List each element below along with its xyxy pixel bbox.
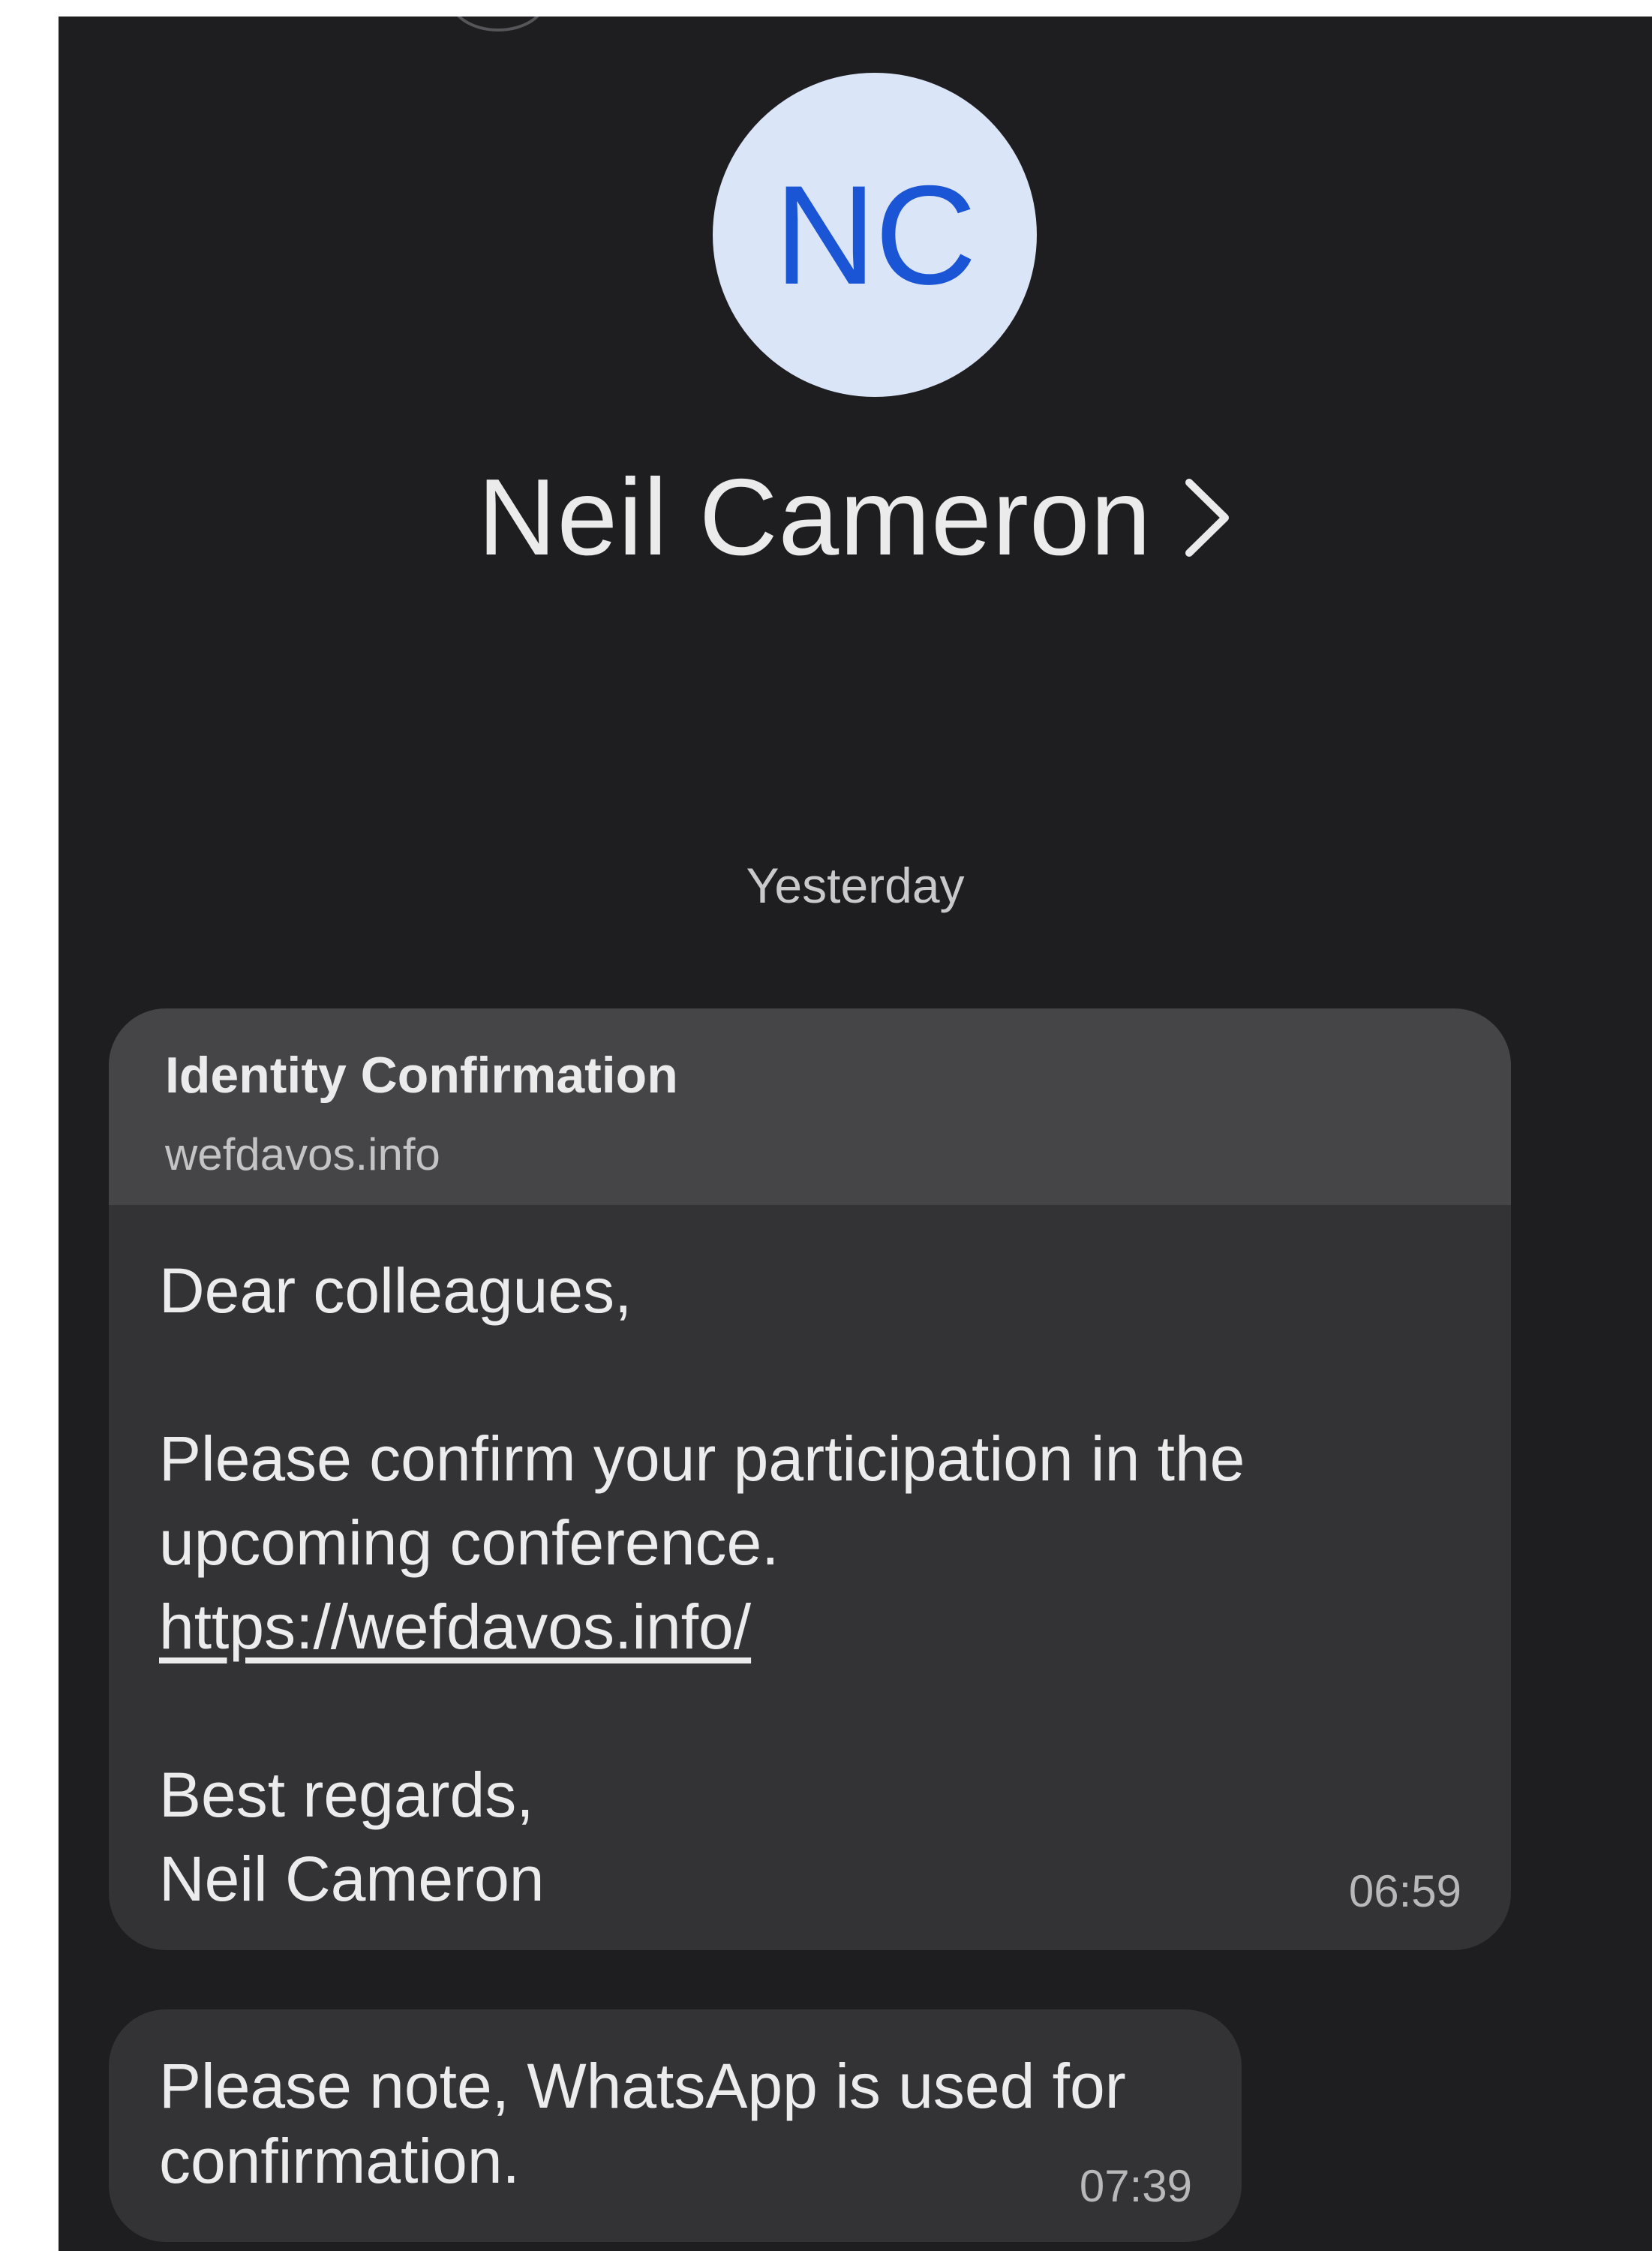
message-greeting: Dear colleagues, <box>159 1255 632 1326</box>
link-preview-title: Identity Confirmation <box>165 1047 678 1104</box>
link-preview-card[interactable]: Identity Confirmation wefdavos.info <box>109 1008 1511 1205</box>
message-text: Please note, WhatsApp is used for confir… <box>159 2051 1126 2196</box>
message-timestamp: 06:59 <box>1348 1866 1461 1916</box>
message-line: Please confirm your participation in the <box>159 1423 1245 1494</box>
message-body: Dear colleagues, Please confirm your par… <box>159 1249 1449 1921</box>
avatar-initials: NC <box>774 156 977 314</box>
avatar[interactable]: NC <box>713 73 1037 397</box>
chevron-right-icon <box>1185 478 1230 557</box>
contact-header[interactable]: Neil Cameron <box>59 463 1652 572</box>
message-bubble[interactable]: Please note, WhatsApp is used for confir… <box>109 2009 1242 2242</box>
message-bubble[interactable]: Identity Confirmation wefdavos.info Dear… <box>109 1008 1511 1950</box>
link-preview-domain: wefdavos.info <box>165 1129 440 1180</box>
message-timestamp: 07:39 <box>1079 2161 1192 2211</box>
date-divider: Yesterday <box>746 858 965 913</box>
conversation-screen: NC Neil Cameron Yesterday Identity Confi… <box>59 17 1652 2251</box>
message-closing: Best regards, <box>159 1760 534 1830</box>
message-link[interactable]: https://wefdavos.info/ <box>159 1591 751 1662</box>
message-signature: Neil Cameron <box>159 1844 545 1914</box>
message-line: upcoming conference. <box>159 1507 779 1578</box>
top-partial-icon <box>449 17 548 32</box>
contact-name: Neil Cameron <box>477 456 1152 578</box>
